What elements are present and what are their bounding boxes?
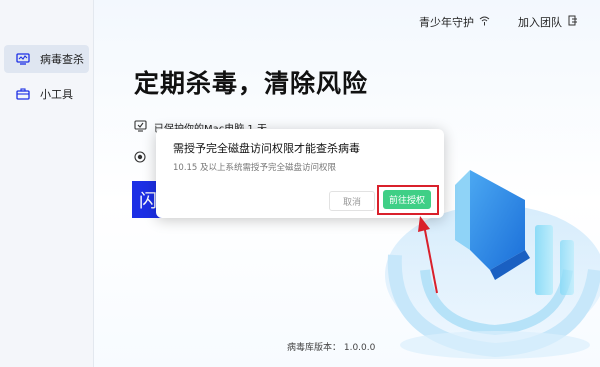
youth-mode-button[interactable]: 青少年守护 <box>419 14 490 30</box>
page-title: 定期杀毒，清除风险 <box>134 69 369 98</box>
sidebar-item-tools[interactable]: 小工具 <box>4 80 89 108</box>
cancel-button[interactable]: 取消 <box>329 191 375 211</box>
radio-icon <box>134 148 146 167</box>
toolbox-icon <box>12 88 34 100</box>
youth-mode-label: 青少年守护 <box>419 16 474 29</box>
wifi-shield-icon <box>479 15 490 29</box>
highlight-box <box>377 185 439 215</box>
monitor-icon <box>12 53 34 65</box>
virus-db-version: 病毒库版本： 1.0.0.0 <box>287 343 376 353</box>
join-team-label: 加入团队 <box>518 16 562 29</box>
dialog-title: 需授予完全磁盘访问权限才能查杀病毒 <box>173 142 360 155</box>
join-team-button[interactable]: 加入团队 <box>518 14 578 30</box>
monitor-check-icon <box>134 120 147 135</box>
sidebar-item-virus-scan[interactable]: 病毒查杀 <box>4 45 89 73</box>
sidebar-item-label: 病毒查杀 <box>40 53 84 66</box>
team-icon <box>567 15 578 29</box>
top-toolbar: 青少年守护 加入团队 <box>419 14 578 30</box>
sidebar-item-label: 小工具 <box>40 88 73 101</box>
sidebar: 病毒查杀 小工具 <box>0 0 94 367</box>
dialog-subtitle: 10.15 及以上系统需授予完全磁盘访问权限 <box>173 163 337 173</box>
scan-option[interactable] <box>134 148 146 167</box>
app-window: 病毒查杀 小工具 青少年守护 加入团队 定期杀毒，清除风险 闪 病毒库版本： 1… <box>0 0 600 367</box>
